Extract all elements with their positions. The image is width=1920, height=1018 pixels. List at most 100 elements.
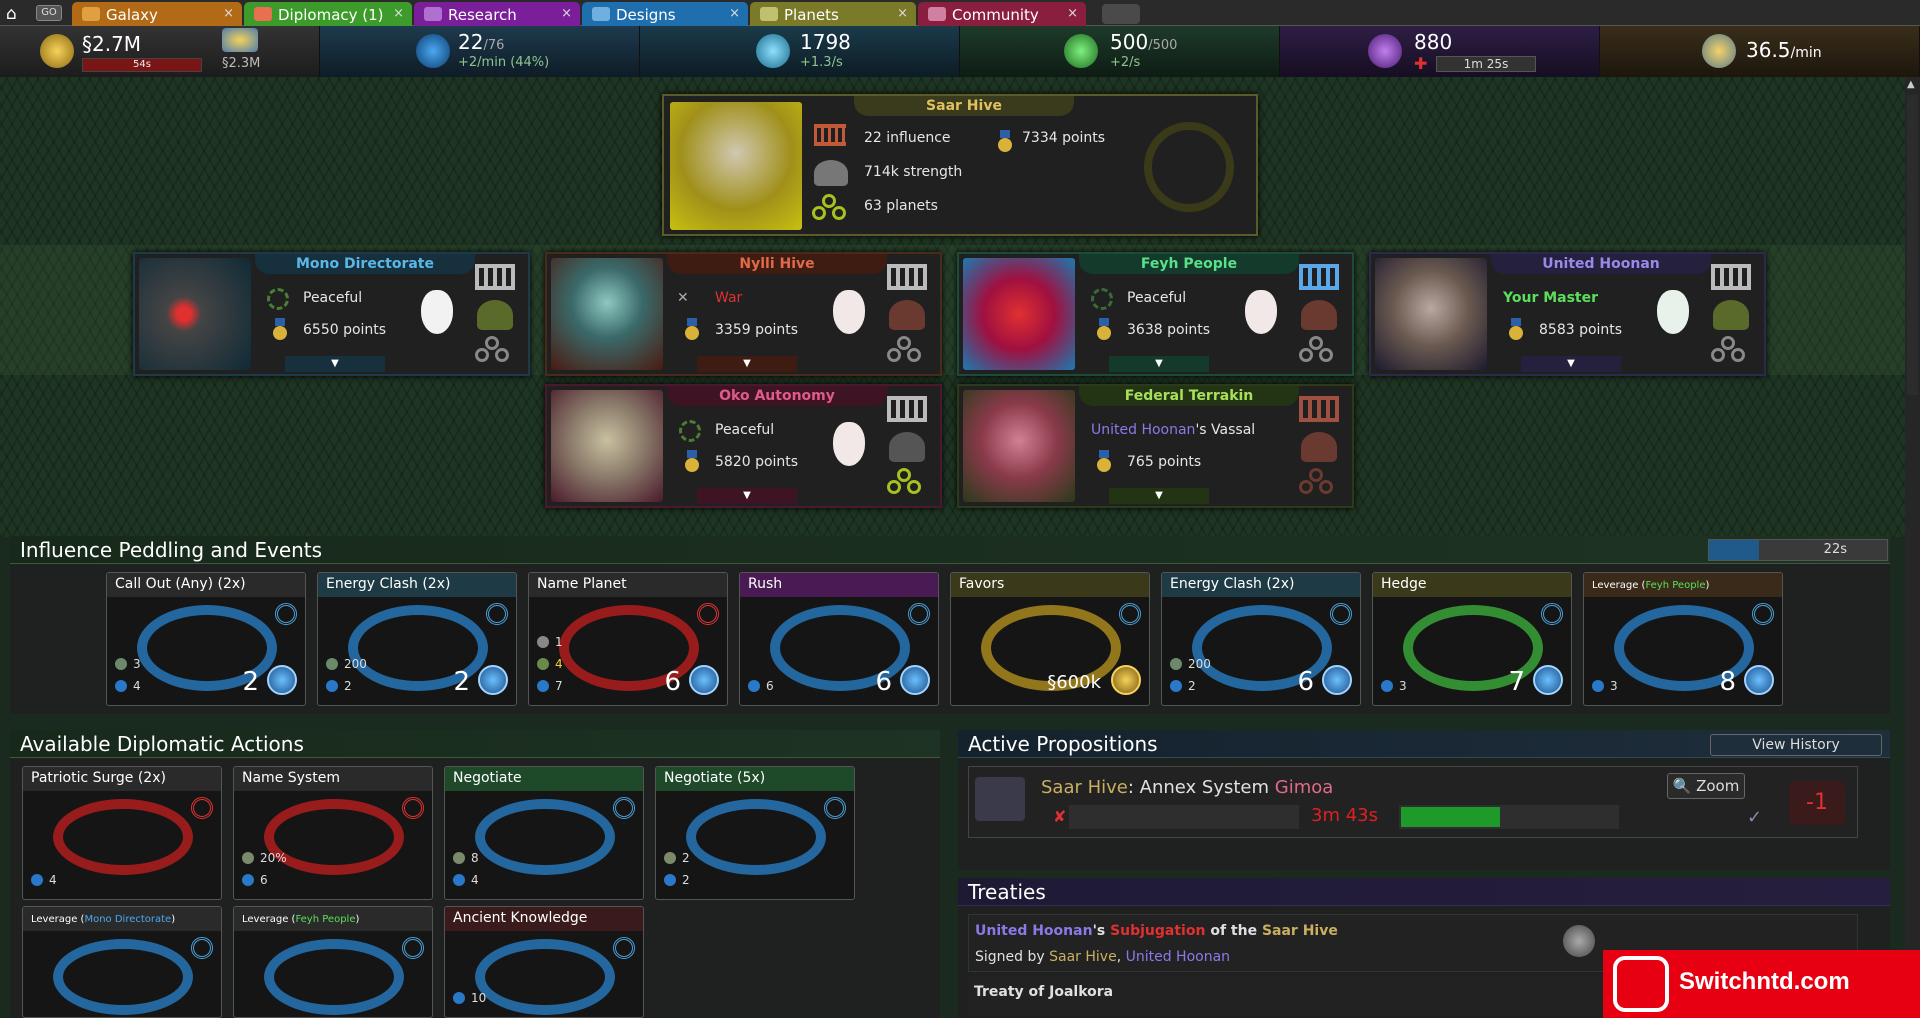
card-title: Call Out (Any) (2x) bbox=[115, 576, 246, 592]
planets-icon bbox=[887, 336, 925, 366]
empire-portrait bbox=[551, 390, 663, 502]
empire-name: Saar Hive bbox=[854, 96, 1074, 116]
empire-card-feyh-people[interactable]: Feyh People Peaceful 3638 points ▼ bbox=[957, 252, 1354, 376]
home-icon[interactable]: ⌂ bbox=[6, 4, 28, 24]
card-header: Rush bbox=[740, 573, 938, 597]
scroll-up-icon[interactable]: ▲ bbox=[1907, 79, 1915, 90]
influence-card[interactable]: Rush 6 6 bbox=[739, 572, 939, 706]
close-icon[interactable]: × bbox=[897, 6, 908, 21]
empire-card-federal-terrakin[interactable]: Federal Terrakin United Hoonan's Vassal … bbox=[957, 384, 1354, 508]
helmet-icon bbox=[889, 300, 925, 330]
diplomatic-card[interactable]: Ancient Knowledge 10 bbox=[444, 906, 644, 1018]
tab-label: Designs bbox=[616, 6, 676, 24]
influence-card[interactable]: Name Planet 1 4 7 6 bbox=[528, 572, 728, 706]
card-header: Negotiate (5x) bbox=[656, 767, 854, 791]
go-arrow-icon[interactable] bbox=[478, 665, 508, 695]
card-stat: 2 bbox=[664, 851, 690, 865]
card-title: Rush bbox=[748, 576, 783, 592]
go-arrow-icon[interactable] bbox=[900, 665, 930, 695]
go-arrow-icon[interactable] bbox=[1744, 665, 1774, 695]
vassal-master[interactable]: United Hoonan bbox=[1091, 422, 1195, 438]
close-icon[interactable]: × bbox=[223, 6, 234, 21]
influence-card[interactable]: Favors §600k bbox=[950, 572, 1150, 706]
active-propositions-section: Active Propositions View History Saar Hi… bbox=[958, 730, 1890, 870]
tab-galaxy[interactable]: Galaxy × bbox=[72, 2, 242, 26]
card-cost: 6 bbox=[664, 667, 681, 697]
empire-card-nylli-hive[interactable]: Nylli Hive ✕ War 3359 points ▼ bbox=[545, 252, 942, 376]
card-stat: 4 bbox=[115, 679, 141, 693]
medal-icon bbox=[1509, 318, 1523, 340]
go-arrow-icon[interactable] bbox=[1322, 665, 1352, 695]
credits-icon[interactable] bbox=[1111, 665, 1141, 695]
diplomatic-actions-section: Available Diplomatic Actions Patriotic S… bbox=[10, 730, 940, 1018]
target-icon bbox=[824, 797, 846, 819]
a: 200 bbox=[344, 657, 367, 671]
tab-diplomacy[interactable]: Diplomacy (1) × bbox=[244, 2, 412, 26]
card-stat: 6 bbox=[748, 679, 774, 693]
scroll-thumb[interactable] bbox=[1907, 95, 1918, 395]
card-cost: 8 bbox=[1719, 667, 1736, 697]
accept-check-icon[interactable]: ✓ bbox=[1747, 807, 1762, 828]
expand-chevron-icon[interactable]: ▼ bbox=[697, 356, 797, 372]
tab-label: Galaxy bbox=[106, 6, 158, 24]
go-arrow-icon[interactable] bbox=[267, 665, 297, 695]
diplomatic-card[interactable]: Negotiate (5x) 2 2 bbox=[655, 766, 855, 900]
influence-card[interactable]: Leverage (Feyh People) 3 8 bbox=[1583, 572, 1783, 706]
expand-chevron-icon[interactable]: ▼ bbox=[285, 356, 385, 372]
empire-card-oko-autonomy[interactable]: Oko Autonomy Peaceful 5820 points ▼ bbox=[545, 384, 942, 508]
tab-designs[interactable]: Designs × bbox=[582, 2, 748, 26]
influence-card[interactable]: Energy Clash (2x) 200 2 2 bbox=[317, 572, 517, 706]
empire-portrait bbox=[139, 258, 251, 370]
empire-card-saar-hive[interactable]: Saar Hive 22 influence 7334 points 714k … bbox=[662, 94, 1258, 236]
expand-chevron-icon[interactable]: ▼ bbox=[1109, 488, 1209, 504]
close-icon[interactable]: × bbox=[393, 6, 404, 21]
tab-planets[interactable]: Planets × bbox=[750, 2, 916, 26]
close-icon[interactable]: × bbox=[561, 6, 572, 21]
a: 4 bbox=[49, 873, 57, 887]
scrollbar[interactable]: ▲ bbox=[1905, 77, 1920, 1018]
proposition-system[interactable]: Gimoa bbox=[1275, 777, 1334, 798]
go-button[interactable]: GO bbox=[36, 5, 62, 21]
diplomatic-card[interactable]: Leverage (Mono Directorate) bbox=[22, 906, 222, 1018]
view-history-button[interactable]: View History bbox=[1710, 734, 1882, 756]
tab-label: Planets bbox=[784, 6, 839, 24]
expand-chevron-icon[interactable]: ▼ bbox=[1521, 356, 1621, 372]
close-icon[interactable]: × bbox=[1067, 6, 1078, 21]
card-stat: 2 bbox=[664, 873, 690, 887]
diplomatic-card[interactable]: Name System 20% 6 bbox=[233, 766, 433, 900]
event-timer-fill bbox=[1709, 540, 1759, 560]
expand-chevron-icon[interactable]: ▼ bbox=[1109, 356, 1209, 372]
expand-chevron-icon[interactable]: ▼ bbox=[697, 488, 797, 504]
diplomatic-card[interactable]: Negotiate 8 4 bbox=[444, 766, 644, 900]
influence-card[interactable]: Energy Clash (2x) 200 2 6 bbox=[1161, 572, 1361, 706]
population-icon bbox=[1064, 34, 1098, 68]
section-title: Active Propositions bbox=[968, 732, 1158, 756]
influence-card[interactable]: Call Out (Any) (2x) 3 4 2 bbox=[106, 572, 306, 706]
empire-points: 3359 points bbox=[715, 322, 799, 338]
treaty-party: United Hoonan bbox=[975, 923, 1093, 939]
tab-community[interactable]: Community × bbox=[918, 2, 1086, 26]
culture-value: 36.5 bbox=[1746, 38, 1791, 62]
empire-name: Nylli Hive bbox=[667, 254, 887, 274]
go-arrow-icon[interactable] bbox=[689, 665, 719, 695]
empire-card-mono-directorate[interactable]: Mono Directorate Peaceful 6550 points ▼ bbox=[133, 252, 530, 376]
proposition-row[interactable]: Saar Hive: Annex System Gimoa 🔍 Zoom ✘ 3… bbox=[968, 766, 1858, 838]
card-title: Energy Clash (2x) bbox=[326, 576, 451, 592]
reject-icon[interactable]: ✘ bbox=[1053, 807, 1066, 826]
card-stat: 3 bbox=[1381, 679, 1407, 693]
tab-research[interactable]: Research × bbox=[414, 2, 580, 26]
empire-name: Mono Directorate bbox=[255, 254, 475, 274]
go-arrow-icon[interactable] bbox=[1533, 665, 1563, 695]
zoom-button[interactable]: 🔍 Zoom bbox=[1667, 773, 1745, 799]
diplomatic-card[interactable]: Patriotic Surge (2x) 4 bbox=[22, 766, 222, 900]
influence-card[interactable]: Hedge 3 7 bbox=[1372, 572, 1572, 706]
card-cost: §600k bbox=[1047, 672, 1101, 693]
diplomatic-card[interactable]: Leverage (Feyh People) bbox=[233, 906, 433, 1018]
tab-label: Research bbox=[448, 6, 517, 24]
mask-icon bbox=[833, 290, 865, 334]
new-tab-button[interactable] bbox=[1102, 4, 1140, 24]
empire-card-united-hoonan[interactable]: United Hoonan Your Master 8583 points ▼ bbox=[1369, 252, 1766, 376]
a: 3 bbox=[1610, 679, 1618, 693]
card-title: Negotiate (5x) bbox=[664, 770, 766, 786]
close-icon[interactable]: × bbox=[729, 6, 740, 21]
